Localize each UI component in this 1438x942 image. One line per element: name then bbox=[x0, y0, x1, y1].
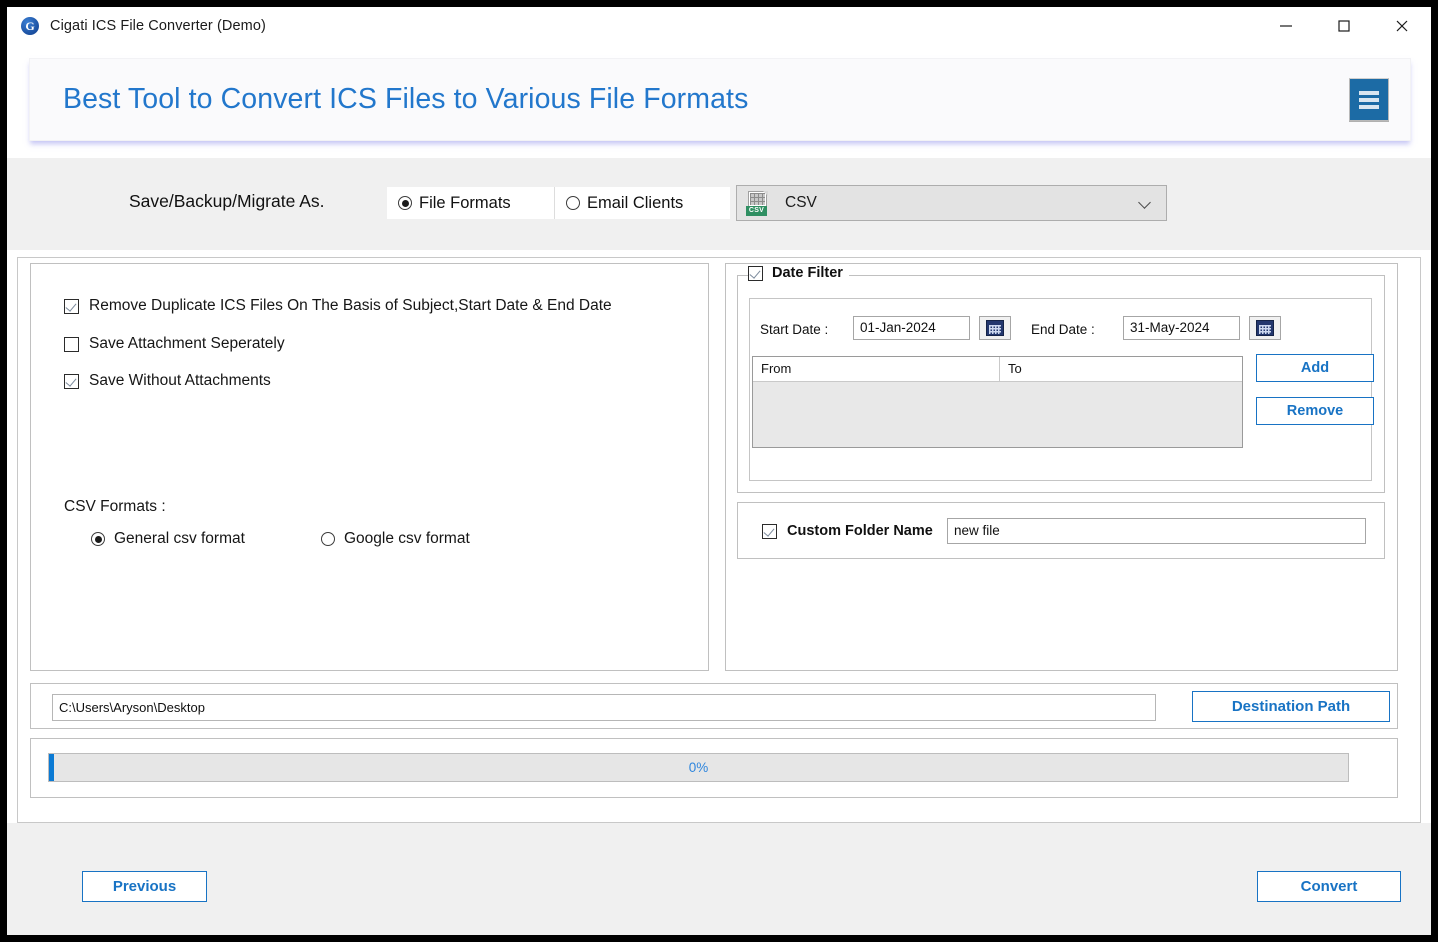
add-button[interactable]: Add bbox=[1256, 354, 1374, 382]
checkbox-save-without-attachments-box bbox=[64, 373, 79, 389]
checkbox-remove-duplicate[interactable]: Remove Duplicate ICS Files On The Basis … bbox=[64, 297, 612, 315]
end-date-calendar-icon[interactable] bbox=[1249, 316, 1281, 340]
date-range-table-header: From To bbox=[753, 357, 1242, 382]
destination-path-button[interactable]: Destination Path bbox=[1192, 691, 1390, 722]
radio-option-file-formats[interactable]: File Formats bbox=[387, 187, 555, 219]
save-as-radio-group: File Formats Email Clients bbox=[387, 187, 730, 219]
format-select-dropdown[interactable]: CSV CSV bbox=[736, 185, 1167, 221]
radio-google-csv-format[interactable]: Google csv format bbox=[321, 530, 470, 548]
convert-button[interactable]: Convert bbox=[1257, 871, 1401, 902]
radio-general-csv-format[interactable]: General csv format bbox=[91, 530, 245, 548]
application-window: G Cigati ICS File Converter (Demo) Best … bbox=[0, 0, 1438, 942]
destination-path-row: C:\Users\Aryson\Desktop Destination Path bbox=[30, 683, 1398, 729]
checkbox-custom-folder-name[interactable]: Custom Folder Name bbox=[762, 523, 933, 539]
checkbox-remove-duplicate-label: Remove Duplicate ICS Files On The Basis … bbox=[89, 297, 612, 314]
progress-bar: 0% bbox=[48, 753, 1349, 782]
radio-email-clients-label: Email Clients bbox=[587, 193, 684, 212]
start-date-label: Start Date : bbox=[760, 322, 829, 337]
window-controls bbox=[1257, 7, 1431, 45]
maximize-icon[interactable] bbox=[1315, 7, 1373, 45]
radio-file-formats-label: File Formats bbox=[419, 193, 511, 212]
format-select-value: CSV bbox=[785, 194, 817, 211]
custom-folder-name-label: Custom Folder Name bbox=[787, 523, 933, 539]
save-as-label: Save/Backup/Migrate As. bbox=[129, 191, 325, 211]
radio-file-formats-indicator bbox=[398, 196, 412, 210]
page-title: Best Tool to Convert ICS Files to Variou… bbox=[63, 83, 749, 115]
destination-path-input[interactable]: C:\Users\Aryson\Desktop bbox=[52, 694, 1156, 721]
progress-bar-fill bbox=[49, 754, 54, 781]
radio-email-clients-indicator bbox=[566, 196, 580, 210]
radio-general-csv-label: General csv format bbox=[114, 530, 245, 547]
end-date-input[interactable]: 31-May-2024 bbox=[1123, 316, 1240, 340]
date-filter-body: Start Date : 01-Jan-2024 End Date : 31-M… bbox=[749, 298, 1374, 481]
main-content-panel: Remove Duplicate ICS Files On The Basis … bbox=[17, 257, 1421, 823]
window-title: Cigati ICS File Converter (Demo) bbox=[50, 18, 266, 34]
progress-percent-label: 0% bbox=[688, 760, 709, 775]
radio-option-email-clients[interactable]: Email Clients bbox=[555, 187, 730, 219]
radio-google-csv-label: Google csv format bbox=[344, 530, 470, 547]
date-filter-label: Date Filter bbox=[772, 265, 843, 281]
title-bar: G Cigati ICS File Converter (Demo) bbox=[7, 7, 1431, 45]
csv-formats-heading: CSV Formats : bbox=[64, 498, 166, 515]
progress-row: 0% bbox=[30, 738, 1398, 798]
filters-panel: Date Filter Start Date : 01-Jan-2024 End… bbox=[725, 263, 1398, 671]
remove-button[interactable]: Remove bbox=[1256, 397, 1374, 425]
csv-file-icon: CSV bbox=[746, 190, 772, 216]
csv-badge-label: CSV bbox=[746, 206, 767, 216]
start-date-calendar-icon[interactable] bbox=[979, 316, 1011, 340]
minimize-icon[interactable] bbox=[1257, 7, 1315, 45]
close-icon[interactable] bbox=[1373, 7, 1431, 45]
checkbox-save-attachment-separately-box bbox=[64, 336, 79, 352]
date-range-table[interactable]: From To bbox=[752, 356, 1243, 448]
checkbox-custom-folder-name-box bbox=[762, 523, 777, 539]
options-panel: Remove Duplicate ICS Files On The Basis … bbox=[30, 263, 709, 671]
checkbox-save-without-attachments[interactable]: Save Without Attachments bbox=[64, 372, 271, 390]
checkbox-save-attachment-separately[interactable]: Save Attachment Seperately bbox=[64, 335, 285, 353]
end-date-label: End Date : bbox=[1031, 322, 1095, 337]
previous-button[interactable]: Previous bbox=[82, 871, 207, 902]
checkbox-save-without-attachments-label: Save Without Attachments bbox=[89, 372, 271, 389]
date-filter-group: Date Filter Start Date : 01-Jan-2024 End… bbox=[737, 265, 1385, 493]
checkbox-remove-duplicate-box bbox=[64, 298, 79, 314]
cigati-logo-icon: G bbox=[21, 17, 39, 35]
date-filter-toggle[interactable]: Date Filter bbox=[748, 265, 849, 281]
custom-folder-group: Custom Folder Name new file bbox=[737, 502, 1385, 559]
start-date-input[interactable]: 01-Jan-2024 bbox=[853, 316, 970, 340]
radio-google-csv-indicator bbox=[321, 532, 335, 546]
save-as-toolbar: Save/Backup/Migrate As. File Formats Ema… bbox=[7, 157, 1431, 250]
column-header-to: To bbox=[1008, 361, 1022, 376]
header-region: Best Tool to Convert ICS Files to Variou… bbox=[7, 45, 1431, 157]
custom-folder-name-input[interactable]: new file bbox=[947, 518, 1366, 544]
checkbox-save-attachment-separately-label: Save Attachment Seperately bbox=[89, 335, 285, 352]
checkbox-date-filter-box bbox=[748, 265, 763, 281]
chevron-down-icon bbox=[1139, 197, 1151, 209]
footer-bar: Previous Convert bbox=[7, 823, 1431, 935]
radio-general-csv-indicator bbox=[91, 532, 105, 546]
header-banner: Best Tool to Convert ICS Files to Variou… bbox=[29, 58, 1411, 141]
column-header-from: From bbox=[753, 357, 1000, 381]
hamburger-menu-icon[interactable] bbox=[1349, 78, 1389, 121]
